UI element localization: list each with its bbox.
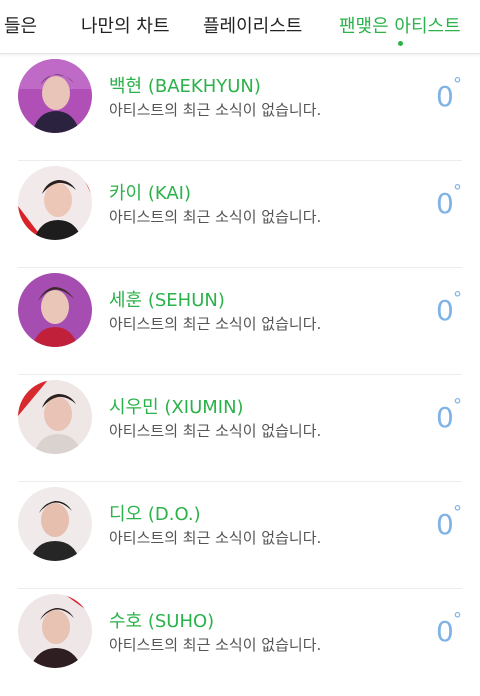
temperature-value[interactable]: 0 ° — [436, 502, 462, 541]
tab-playlist[interactable]: 플레이리스트 — [203, 12, 302, 38]
tab-bar: 들은 나만의 차트 플레이리스트 팬맺은 아티스트 — [0, 0, 480, 54]
artist-name[interactable]: 디오 (D.O.) — [109, 500, 201, 526]
artist-avatar[interactable] — [18, 166, 92, 240]
temperature-value[interactable]: 0 ° — [436, 609, 462, 648]
artist-status: 아티스트의 최근 소식이 없습니다. — [109, 101, 322, 119]
artist-row[interactable]: 카이 (KAI) 아티스트의 최근 소식이 없습니다. 0 ° — [0, 161, 480, 268]
artist-row[interactable]: 세훈 (SEHUN) 아티스트의 최근 소식이 없습니다. 0 ° — [0, 268, 480, 375]
artist-avatar[interactable] — [18, 59, 92, 133]
artist-name[interactable]: 카이 (KAI) — [109, 179, 191, 205]
temperature-value[interactable]: 0 ° — [436, 395, 462, 434]
active-tab-indicator — [398, 41, 403, 46]
artist-row[interactable]: 백현 (BAEKHYUN) 아티스트의 최근 소식이 없습니다. 0 ° — [0, 54, 480, 161]
tab-listened[interactable]: 들은 — [4, 12, 37, 38]
temperature-value[interactable]: 0 ° — [436, 74, 462, 113]
artist-row[interactable]: 수호 (SUHO) 아티스트의 최근 소식이 없습니다. 0 ° — [0, 589, 480, 696]
artist-name[interactable]: 수호 (SUHO) — [109, 607, 214, 633]
artist-name[interactable]: 백현 (BAEKHYUN) — [109, 72, 261, 98]
artist-avatar[interactable] — [18, 380, 92, 454]
artist-avatar[interactable] — [18, 594, 92, 668]
artist-avatar[interactable] — [18, 487, 92, 561]
artist-name[interactable]: 세훈 (SEHUN) — [109, 286, 225, 312]
artist-status: 아티스트의 최근 소식이 없습니다. — [109, 529, 322, 547]
artist-avatar[interactable] — [18, 273, 92, 347]
artist-status: 아티스트의 최근 소식이 없습니다. — [109, 422, 322, 440]
artist-status: 아티스트의 최근 소식이 없습니다. — [109, 315, 322, 333]
temperature-value[interactable]: 0 ° — [436, 181, 462, 220]
artist-row[interactable]: 디오 (D.O.) 아티스트의 최근 소식이 없습니다. 0 ° — [0, 482, 480, 589]
tab-my-chart[interactable]: 나만의 차트 — [81, 12, 170, 38]
tab-fan-artists[interactable]: 팬맺은 아티스트 — [339, 12, 461, 38]
artist-row[interactable]: 시우민 (XIUMIN) 아티스트의 최근 소식이 없습니다. 0 ° — [0, 375, 480, 482]
artist-status: 아티스트의 최근 소식이 없습니다. — [109, 208, 322, 226]
temperature-value[interactable]: 0 ° — [436, 288, 462, 327]
artist-status: 아티스트의 최근 소식이 없습니다. — [109, 636, 322, 654]
artist-name[interactable]: 시우민 (XIUMIN) — [109, 393, 244, 419]
